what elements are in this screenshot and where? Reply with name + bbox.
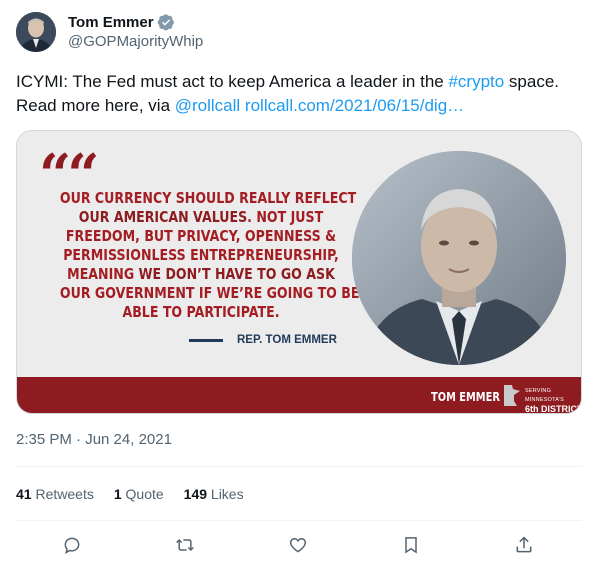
bookmark-icon	[405, 537, 417, 554]
tweet-text: ICYMI: The Fed must act to keep America …	[16, 70, 586, 118]
portrait-photo	[352, 151, 566, 365]
tweet-text-prefix: ICYMI: The Fed must act to keep America …	[16, 72, 449, 91]
attribution-dash	[189, 338, 223, 342]
quote-fragment: OUR GOVERNMENT IF WE’RE GOING TO BE	[59, 284, 360, 302]
author-display-name[interactable]: Tom Emmer	[68, 14, 154, 31]
stat-retweets[interactable]: 41 Retweets	[16, 484, 94, 504]
minnesota-map-icon	[504, 385, 520, 406]
reply-icon	[64, 537, 80, 555]
share-icon	[516, 536, 532, 553]
divider	[16, 466, 582, 467]
author-names: Tom Emmer @GOPMajorityWhip	[68, 12, 203, 52]
mention-link[interactable]: @rollcall	[175, 96, 240, 115]
bar-tag-big: 6th DISTRICT	[525, 404, 582, 414]
retweet-button[interactable]	[171, 531, 199, 559]
tweet-media-image[interactable]: ““ OUR CURRENCY SHOULD REALLY REFLECT OUR…	[16, 130, 582, 414]
avatar[interactable]	[16, 12, 56, 52]
quote-fragment: ABLE TO PARTICIPATE.	[122, 303, 280, 321]
quote-emphasis: OUR AMERICAN VALUES	[78, 208, 248, 226]
bar-tag-small: SERVING MINNESOTA’S	[525, 388, 564, 403]
quote-fragment: FREEDOM, BUT PRIVACY, OPENNESS &	[65, 227, 337, 245]
quote-fragment: MEANING	[67, 265, 139, 283]
stat-quotes[interactable]: 1 Quote	[114, 484, 164, 504]
stat-likes[interactable]: 149 Likes	[184, 484, 244, 504]
quote-line: OUR GOVERNMENT IF WE’RE GOING TO BE	[60, 284, 360, 303]
bar-name: TOM EMMER	[431, 390, 500, 404]
reply-button[interactable]	[58, 531, 86, 559]
bookmark-button[interactable]	[397, 531, 425, 559]
quote-emphasis: WE DON’T HAVE TO GO ASK	[138, 265, 335, 283]
like-button[interactable]	[284, 531, 312, 559]
quote-fragment: . NOT JUST	[247, 208, 324, 226]
tweet-header: Tom Emmer @GOPMajorityWhip	[16, 12, 203, 52]
attribution-name: REP. TOM EMMER	[237, 334, 337, 346]
quote-text: OUR CURRENCY SHOULD REALLY REFLECT OUR AM…	[33, 189, 369, 322]
quote-fragment: OUR CURRENCY SHOULD REALLY REFLECT	[59, 189, 357, 207]
quote-fragment: PERMISSIONLESS ENTREPRENEURSHIP,	[63, 246, 339, 264]
author-handle[interactable]: @GOPMajorityWhip	[68, 32, 203, 52]
tweet-timestamp[interactable]: 2:35 PM · Jun 24, 2021	[16, 430, 172, 450]
engagement-stats: 41 Retweets 1 Quote 149 Likes	[16, 484, 264, 504]
share-button[interactable]	[510, 531, 538, 559]
branding-bar: TOM EMMER SERVING MINNESOTA’S 6th DISTRI…	[17, 377, 582, 414]
quote-line: FREEDOM, BUT PRIVACY, OPENNESS &	[60, 227, 342, 246]
like-icon	[289, 537, 307, 553]
quote-line: OUR AMERICAN VALUES. NOT JUST	[60, 208, 342, 227]
quote-line: PERMISSIONLESS ENTREPRENEURSHIP,	[60, 246, 342, 265]
bar-tagline: SERVING MINNESOTA’S 6th DISTRICT	[525, 387, 582, 414]
quote-line: OUR CURRENCY SHOULD REALLY REFLECT	[60, 189, 356, 208]
action-bar	[0, 531, 598, 559]
verified-badge-icon	[157, 14, 174, 31]
url-link[interactable]: rollcall.com/2021/06/15/dig…	[245, 96, 464, 115]
divider	[16, 520, 582, 521]
quote-line: ABLE TO PARTICIPATE.	[60, 303, 342, 322]
quote-attribution: REP. TOM EMMER	[189, 334, 337, 346]
retweet-icon	[176, 538, 194, 552]
hashtag-link[interactable]: #crypto	[448, 72, 504, 91]
quote-line: MEANING WE DON’T HAVE TO GO ASK	[60, 265, 342, 284]
